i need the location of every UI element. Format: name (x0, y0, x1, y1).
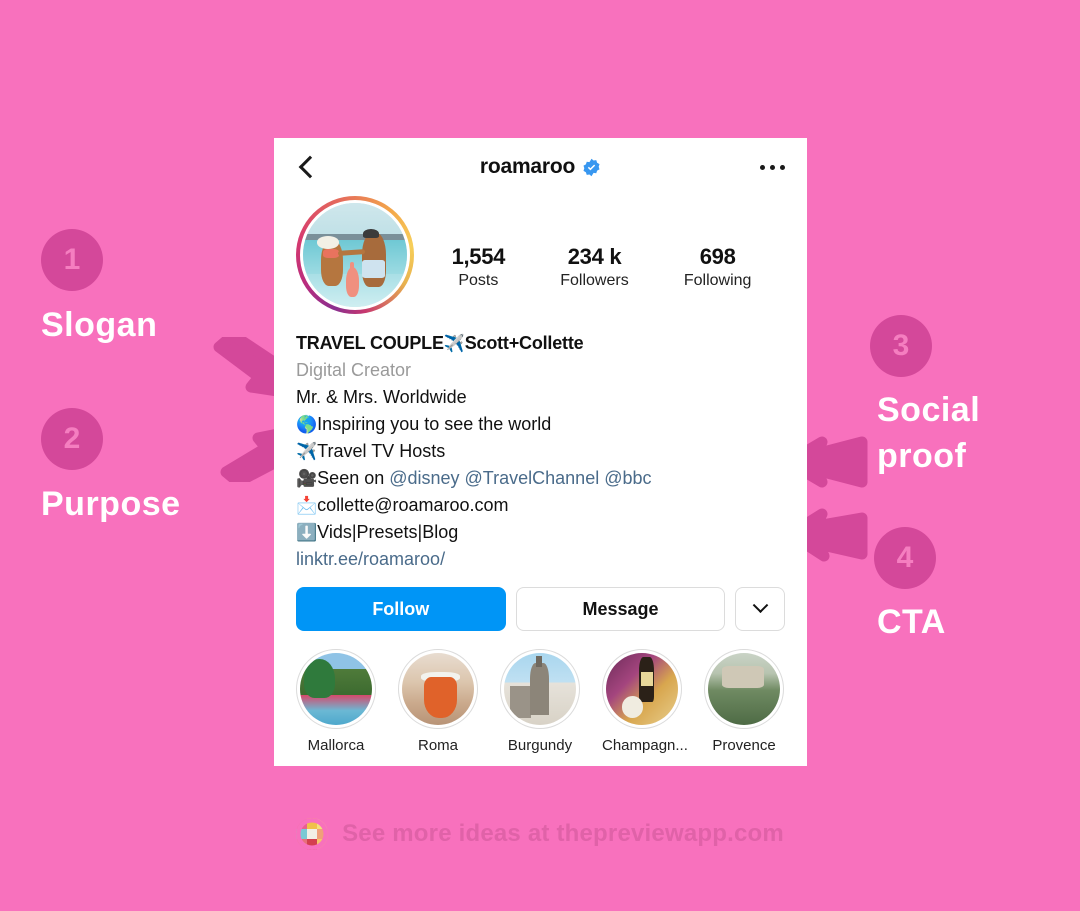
annotation-label-social-proof-line2: proof (877, 437, 967, 475)
message-button[interactable]: Message (515, 587, 726, 631)
highlight-provence[interactable]: Provence (704, 649, 784, 754)
highlight-label: Provence (712, 737, 776, 754)
profile-bio: TRAVEL COUPLE✈️Scott+Collette Digital Cr… (274, 314, 807, 573)
bio-line-2: 🌎Inspiring you to see the world (296, 411, 785, 438)
highlight-ring (398, 649, 478, 729)
annotation-number-3: 3 (870, 315, 932, 377)
profile-handle-group: roamaroo (274, 155, 807, 179)
airplane-icon: ✈️ (296, 442, 318, 461)
highlight-label: Mallorca (307, 737, 365, 754)
globe-icon: 🌎 (296, 415, 318, 434)
stat-posts[interactable]: 1,554 Posts (452, 244, 506, 290)
highlight-label: Champagn... (602, 737, 688, 754)
highlight-thumbnail (300, 653, 372, 725)
highlight-ring (704, 649, 784, 729)
more-options-icon[interactable] (760, 164, 785, 170)
stat-posts-value: 1,554 (451, 244, 506, 269)
highlight-thumbnail (606, 653, 678, 725)
verified-badge-icon (583, 158, 600, 176)
back-icon[interactable] (298, 155, 322, 179)
annotation-label-slogan: Slogan (41, 306, 158, 344)
bio-line-3: ✈️Travel TV Hosts (296, 438, 785, 465)
highlight-ring (602, 649, 682, 729)
avatar (300, 200, 410, 310)
highlight-ring (500, 649, 580, 729)
highlight-champagne[interactable]: Champagn... (602, 649, 688, 754)
annotation-number-1: 1 (41, 229, 103, 291)
profile-stats: 1,554 Posts 234 k Followers 698 Followin… (414, 196, 785, 290)
annotation-label-social-proof-line1: Social (877, 391, 981, 429)
highlight-label: Burgundy (507, 737, 573, 754)
stat-following[interactable]: 698 Following (684, 244, 752, 290)
bio-category: Digital Creator (296, 360, 412, 380)
bio-display-name: TRAVEL COUPLE✈️Scott+Collette (296, 330, 785, 357)
stat-following-value: 698 (699, 244, 736, 269)
bio-line-6-text: Vids|Presets|Blog (317, 522, 459, 542)
bio-name-text: TRAVEL COUPLE (296, 333, 444, 353)
profile-summary-row: 1,554 Posts 234 k Followers 698 Followin… (274, 196, 807, 314)
annotation-label-purpose: Purpose (41, 485, 181, 523)
airplane-icon: ✈️ (443, 334, 465, 353)
more-actions-button[interactable] (735, 587, 785, 631)
bio-line-1-text: Mr. & Mrs. Worldwide (296, 387, 467, 407)
highlight-ring (296, 649, 376, 729)
annotation-number-4: 4 (874, 527, 936, 589)
preview-app-logo-icon (296, 818, 329, 850)
highlight-roma[interactable]: Roma (398, 649, 478, 754)
stat-followers-label: Followers (560, 272, 629, 289)
annotation-number-2: 2 (41, 408, 103, 470)
profile-action-buttons: Follow Message (274, 573, 807, 631)
envelope-icon: 📩 (296, 496, 318, 515)
profile-avatar-ring[interactable] (296, 196, 414, 314)
bio-name-tail: Scott+Collette (464, 333, 584, 353)
bio-line-6: ⬇️Vids|Presets|Blog (296, 519, 785, 546)
bio-line-1: Mr. & Mrs. Worldwide (296, 384, 785, 411)
stat-followers-value: 234 k (567, 244, 622, 269)
chevron-down-icon (752, 596, 768, 613)
bio-link[interactable]: linktr.ee/roamaroo/ (296, 546, 785, 573)
highlight-thumbnail (504, 653, 576, 725)
highlight-mallorca[interactable]: Mallorca (296, 649, 376, 754)
down-arrow-icon: ⬇️ (296, 523, 318, 542)
highlight-label: Roma (417, 737, 458, 754)
movie-camera-icon: 🎥 (296, 469, 318, 488)
highlight-burgundy[interactable]: Burgundy (500, 649, 580, 754)
bio-email-text: collette@roamaroo.com (317, 495, 509, 515)
stat-posts-label: Posts (458, 272, 499, 289)
annotation-label-cta: CTA (877, 603, 946, 641)
follow-button[interactable]: Follow (296, 587, 506, 631)
bio-line-5: 📩collette@roamaroo.com (296, 492, 785, 519)
bio-line-4: 🎥Seen on @disney @TravelChannel @bbc (296, 465, 785, 492)
bio-line-3-text: Travel TV Hosts (317, 441, 446, 461)
bio-line-4-text: Seen on (317, 468, 390, 488)
highlight-thumbnail (402, 653, 474, 725)
highlight-thumbnail (708, 653, 780, 725)
stat-followers[interactable]: 234 k Followers (560, 244, 628, 290)
instagram-profile-card: roamaroo 1,554 Posts 234 k Followers 698… (274, 138, 807, 766)
profile-handle: roamaroo (479, 155, 576, 178)
bio-mentions[interactable]: @disney @TravelChannel @bbc (389, 468, 651, 488)
footer: See more ideas at thepreviewapp.com (0, 818, 1080, 850)
footer-text: See more ideas at thepreviewapp.com (342, 820, 784, 847)
stat-following-label: Following (683, 272, 752, 289)
profile-top-bar: roamaroo (274, 138, 807, 196)
story-highlights: Mallorca Roma Burgundy Champagn... Prove… (274, 631, 807, 754)
bio-line-2-text: Inspiring you to see the world (317, 414, 552, 434)
